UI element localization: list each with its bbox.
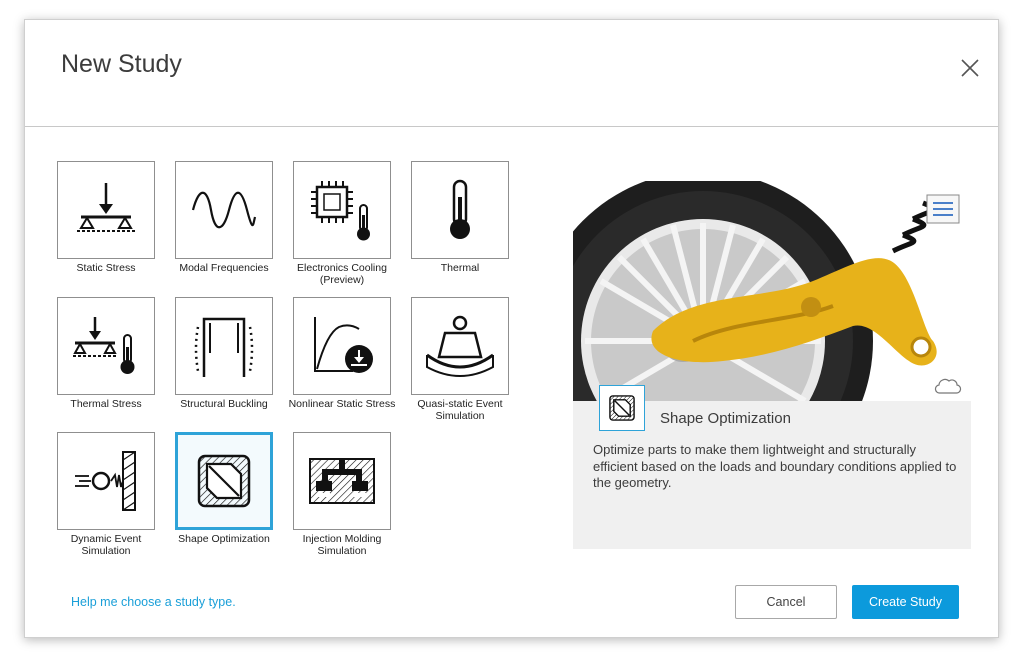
study-tile-box[interactable] xyxy=(411,161,509,259)
study-tile-thermal[interactable]: Thermal xyxy=(401,161,519,274)
study-tile-label: Structural Buckling xyxy=(180,398,268,410)
study-tile-shape-optimization[interactable]: Shape Optimization xyxy=(165,432,283,545)
study-tile-box[interactable] xyxy=(175,161,273,259)
static-stress-icon xyxy=(77,183,135,232)
new-study-dialog: New Study Static Stress Modal Frequencie… xyxy=(24,19,999,638)
study-tile-label: Shape Optimization xyxy=(178,533,270,545)
structural-buckling-icon xyxy=(194,317,254,377)
modal-frequencies-icon xyxy=(191,191,257,229)
study-tile-label: Modal Frequencies xyxy=(179,262,269,274)
study-tile-electronics-cooling[interactable]: Electronics Cooling (Preview) xyxy=(283,161,401,286)
study-tile-box[interactable] xyxy=(175,297,273,395)
study-tile-box[interactable] xyxy=(293,432,391,530)
study-tile-label: Electronics Cooling (Preview) xyxy=(297,262,387,286)
preview-description: Optimize parts to make them lightweight … xyxy=(593,442,957,490)
study-tile-dynamic-event[interactable]: Dynamic Event Simulation xyxy=(47,432,165,557)
study-tile-box[interactable] xyxy=(293,297,391,395)
preview-title: Shape Optimization xyxy=(660,410,791,427)
study-tile-label: Thermal xyxy=(440,262,480,274)
study-tile-box[interactable] xyxy=(57,432,155,530)
study-tile-label: Thermal Stress xyxy=(70,398,142,410)
study-tile-box[interactable] xyxy=(57,297,155,395)
dynamic-event-icon xyxy=(75,451,136,511)
dialog-title: New Study xyxy=(61,50,182,78)
close-icon[interactable] xyxy=(959,57,981,79)
study-tile-nonlinear-static-stress[interactable]: Nonlinear Static Stress xyxy=(283,297,401,410)
dialog-header: New Study xyxy=(25,20,998,127)
study-tile-label: Static Stress xyxy=(76,262,136,274)
study-tile-modal-frequencies[interactable]: Modal Frequencies xyxy=(165,161,283,274)
study-tile-box[interactable] xyxy=(175,432,273,530)
thermometer-icon xyxy=(450,179,470,239)
create-study-button[interactable]: Create Study xyxy=(852,585,959,619)
help-choose-study-link[interactable]: Help me choose a study type. xyxy=(71,595,236,609)
study-tile-label: Quasi-static Event Simulation xyxy=(417,398,503,422)
electronics-cooling-icon xyxy=(311,181,370,241)
injection-molding-icon xyxy=(309,458,375,504)
study-tile-injection-molding[interactable]: Injection Molding Simulation xyxy=(283,432,401,557)
shape-optimization-preview-image xyxy=(573,181,971,401)
nonlinear-static-stress-icon xyxy=(314,317,373,373)
thermal-stress-icon xyxy=(73,317,135,374)
study-tile-box[interactable] xyxy=(411,297,509,395)
study-tile-static-stress[interactable]: Static Stress xyxy=(47,161,165,274)
quasi-static-event-icon xyxy=(426,315,494,377)
study-tile-label: Nonlinear Static Stress xyxy=(288,398,396,410)
study-tile-thermal-stress[interactable]: Thermal Stress xyxy=(47,297,165,410)
study-tile-box[interactable] xyxy=(57,161,155,259)
study-tile-structural-buckling[interactable]: Structural Buckling xyxy=(165,297,283,410)
study-tile-label: Injection Molding Simulation xyxy=(302,533,382,557)
study-tile-label: Dynamic Event Simulation xyxy=(70,533,142,557)
study-tile-quasi-static-event[interactable]: Quasi-static Event Simulation xyxy=(401,297,519,422)
study-tile-box[interactable] xyxy=(293,161,391,259)
preview-shape-optimization-icon xyxy=(599,385,645,431)
cancel-button[interactable]: Cancel xyxy=(735,585,837,619)
study-preview-panel: Shape Optimization Optimize parts to mak… xyxy=(573,181,971,549)
shape-optimization-icon xyxy=(197,454,251,508)
